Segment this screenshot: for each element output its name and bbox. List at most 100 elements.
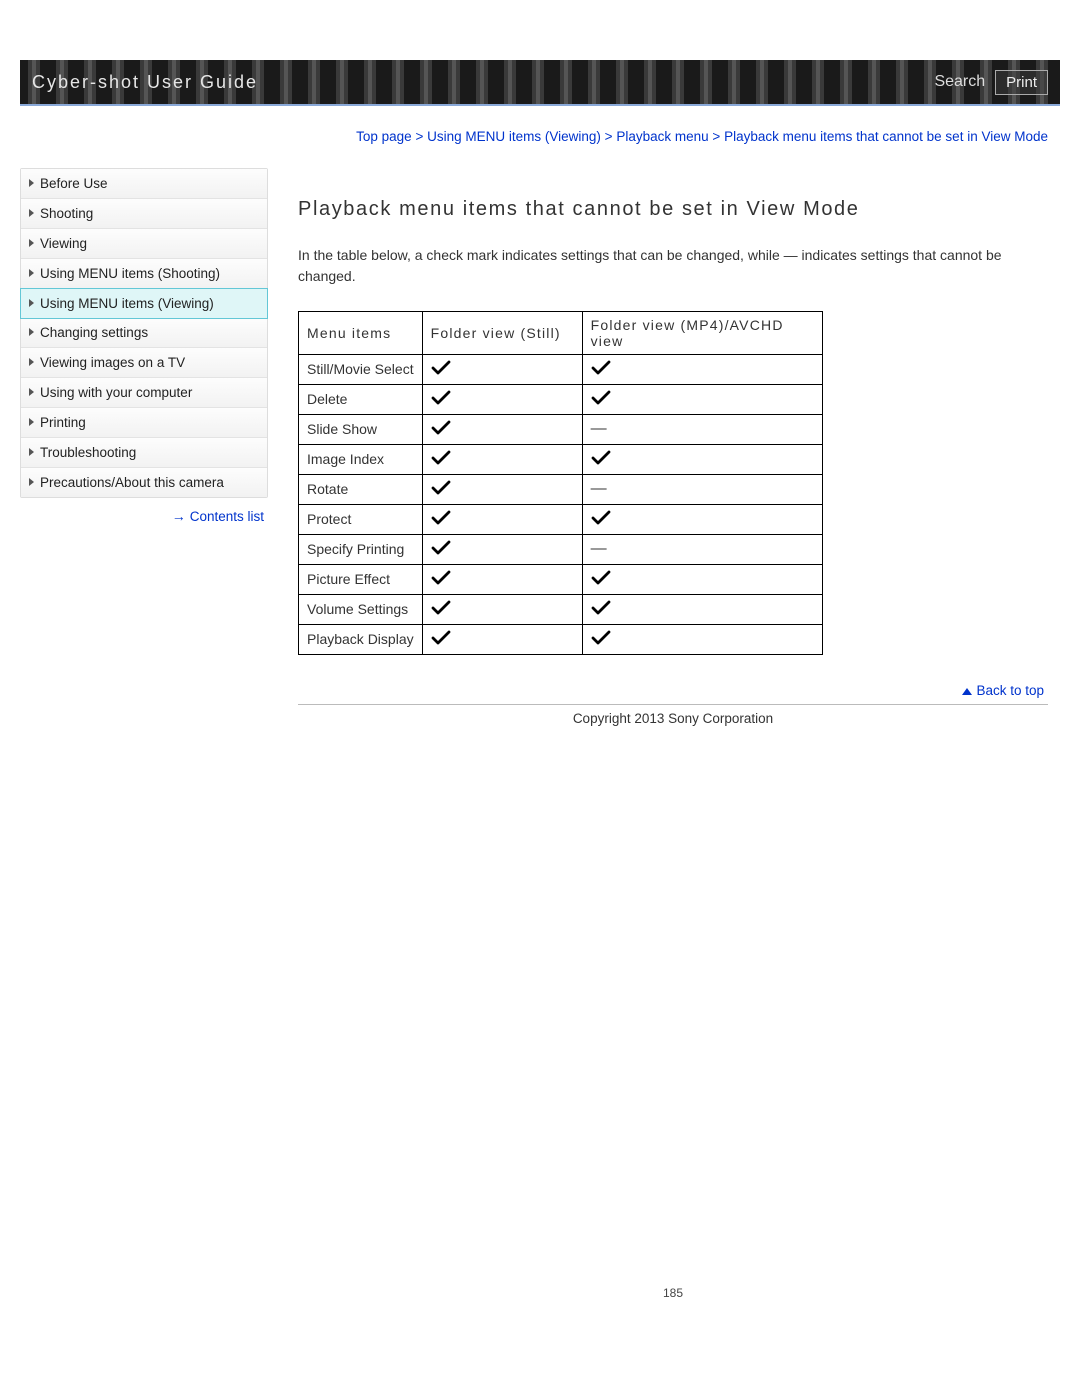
breadcrumb-item[interactable]: Playback menu [616,129,708,144]
sidebar-item[interactable]: Changing settings [21,318,267,348]
sidebar-item[interactable]: Viewing images on a TV [21,348,267,378]
folder-view-mp4-cell [582,354,822,384]
header-actions: Search Print [934,70,1048,95]
dash-icon: — [591,540,607,557]
sidebar-item[interactable]: Precautions/About this camera [21,468,267,497]
breadcrumb-item[interactable]: Top page [356,129,412,144]
sidebar-item-label: Using MENU items (Shooting) [40,266,220,281]
menu-item-label: Image Index [299,444,423,474]
print-button[interactable]: Print [995,70,1048,95]
sidebar-item-label: Before Use [40,176,108,191]
table-header-row: Menu items Folder view (Still) Folder vi… [299,311,823,354]
dash-icon: — [591,420,607,437]
sidebar-item[interactable]: Printing [21,408,267,438]
sidebar-item-label: Shooting [40,206,93,221]
sidebar-item-label: Viewing [40,236,87,251]
check-icon [431,420,451,436]
check-icon [591,600,611,616]
sidebar-item[interactable]: Before Use [21,169,267,199]
sidebar-item-label: Precautions/About this camera [40,475,224,490]
table-header: Folder view (Still) [422,311,582,354]
breadcrumb-item[interactable]: Playback menu items that cannot be set i… [724,129,1048,144]
sidebar-item-label: Using MENU items (Viewing) [40,296,214,311]
sidebar-item[interactable]: Using with your computer [21,378,267,408]
folder-view-still-cell [422,474,582,504]
check-icon [431,570,451,586]
triangle-icon [29,418,34,426]
sidebar-item[interactable]: Using MENU items (Viewing) [20,288,268,319]
triangle-icon [29,448,34,456]
folder-view-mp4-cell [582,384,822,414]
sidebar-column: Before Use Shooting Viewing Using MENU item… [20,158,268,1300]
table-row: Image Index [299,444,823,474]
contents-list-link[interactable]: Contents list [190,509,264,524]
check-icon [431,540,451,556]
up-triangle-icon [962,688,972,695]
menu-item-label: Delete [299,384,423,414]
sidebar: Before Use Shooting Viewing Using MENU item… [20,168,268,498]
menu-item-label: Protect [299,504,423,534]
table-row: Rotate — [299,474,823,504]
check-icon [591,510,611,526]
sidebar-item-label: Printing [40,415,86,430]
folder-view-mp4-cell: — [582,414,822,444]
triangle-icon [29,328,34,336]
triangle-icon [29,209,34,217]
table-row: Playback Display [299,624,823,654]
sidebar-item[interactable]: Viewing [21,229,267,259]
folder-view-still-cell [422,624,582,654]
check-icon [431,630,451,646]
copyright: Copyright 2013 Sony Corporation [298,704,1048,726]
sidebar-item[interactable]: Shooting [21,199,267,229]
sidebar-item[interactable]: Using MENU items (Shooting) [21,259,267,289]
check-icon [591,390,611,406]
folder-view-mp4-cell: — [582,534,822,564]
triangle-icon [29,358,34,366]
header-bar: Cyber-shot User Guide Search Print [20,60,1060,106]
table-row: Still/Movie Select [299,354,823,384]
folder-view-mp4-cell: — [582,474,822,504]
check-icon [591,630,611,646]
triangle-icon [29,478,34,486]
sidebar-item-label: Viewing images on a TV [40,355,185,370]
table-row: Volume Settings [299,594,823,624]
folder-view-mp4-cell [582,444,822,474]
folder-view-still-cell [422,534,582,564]
menu-item-label: Slide Show [299,414,423,444]
check-icon [431,600,451,616]
folder-view-still-cell [422,564,582,594]
feature-table: Menu items Folder view (Still) Folder vi… [298,311,823,655]
app-title: Cyber-shot User Guide [32,72,258,93]
table-row: Slide Show — [299,414,823,444]
triangle-icon [29,388,34,396]
folder-view-mp4-cell [582,504,822,534]
triangle-icon [29,269,34,277]
folder-view-still-cell [422,354,582,384]
menu-item-label: Rotate [299,474,423,504]
arrow-right-icon: → [172,508,186,524]
check-icon [431,510,451,526]
triangle-icon [29,239,34,247]
table-row: Picture Effect [299,564,823,594]
menu-item-label: Playback Display [299,624,423,654]
folder-view-still-cell [422,444,582,474]
page-title: Playback menu items that cannot be set i… [298,198,1048,221]
breadcrumb-item[interactable]: Using MENU items (Viewing) [427,129,601,144]
dash-icon: — [591,480,607,497]
triangle-icon [29,179,34,187]
back-to-top-link[interactable]: Back to top [298,655,1048,702]
search-link[interactable]: Search [934,73,985,91]
folder-view-still-cell [422,504,582,534]
folder-view-mp4-cell [582,624,822,654]
menu-item-label: Picture Effect [299,564,423,594]
triangle-icon [29,299,34,307]
table-row: Specify Printing — [299,534,823,564]
sidebar-item-label: Changing settings [40,325,148,340]
table-row: Protect [299,504,823,534]
menu-item-label: Volume Settings [299,594,423,624]
menu-item-label: Specify Printing [299,534,423,564]
folder-view-mp4-cell [582,594,822,624]
sidebar-item[interactable]: Troubleshooting [21,438,267,468]
menu-item-label: Still/Movie Select [299,354,423,384]
table-header: Menu items [299,311,423,354]
